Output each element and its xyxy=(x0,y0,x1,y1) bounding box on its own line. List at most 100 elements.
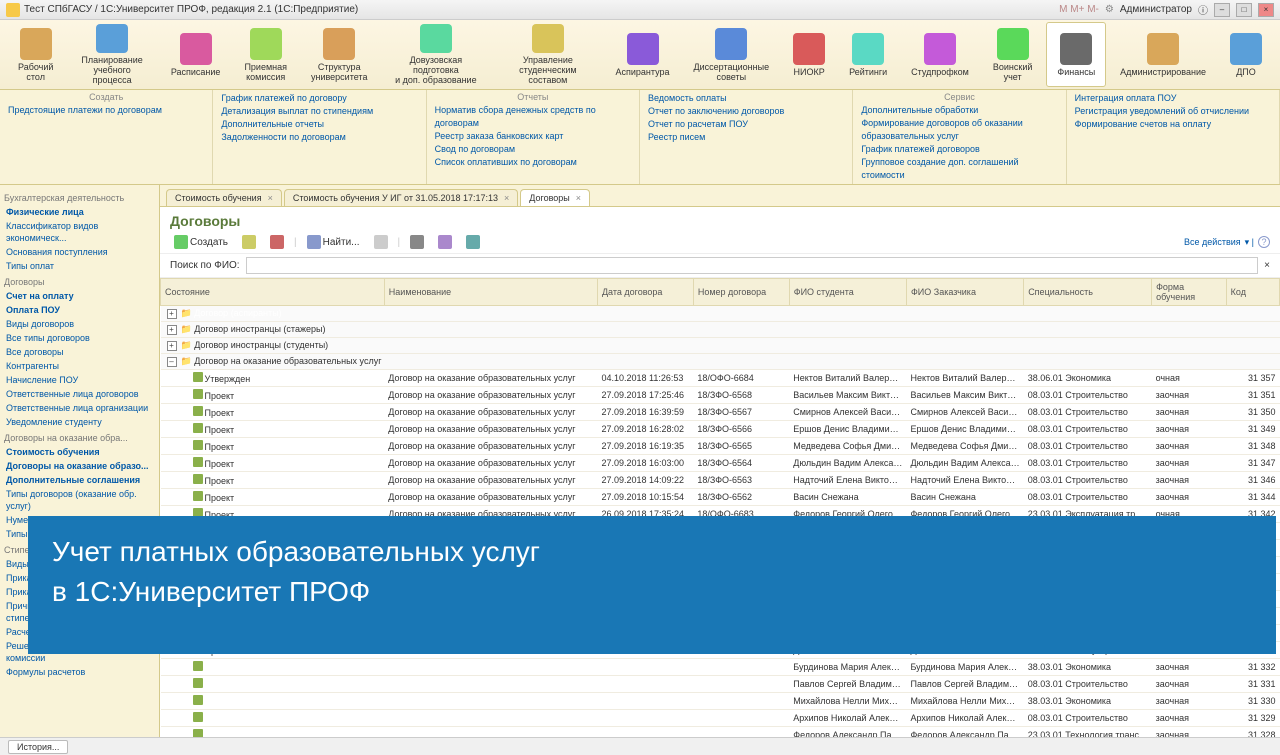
copy-button[interactable] xyxy=(238,233,260,251)
subribbon-link[interactable]: Регистрация уведомлений об отчислении xyxy=(1075,105,1271,118)
sidebar-item[interactable]: Стоимость обучения xyxy=(4,445,155,459)
subribbon-link[interactable]: Ведомость оплаты xyxy=(648,92,844,105)
sidebar-item[interactable]: Ответственные лица организации xyxy=(4,401,155,415)
tab-close-icon[interactable]: × xyxy=(268,193,273,203)
ribbon-item[interactable]: Рейтинги xyxy=(839,22,897,87)
ribbon-item[interactable]: ДПО xyxy=(1220,22,1272,87)
subribbon-link[interactable]: Реестр заказа банковских карт xyxy=(435,130,631,143)
column-header[interactable]: Состояние xyxy=(161,279,385,306)
subribbon-link[interactable]: График платежей по договору xyxy=(221,92,417,105)
refresh-button[interactable] xyxy=(462,233,484,251)
table-row[interactable]: Архипов Николай Алексеев...Архипов Никол… xyxy=(161,710,1280,727)
subribbon-link[interactable]: Отчет по расчетам ПОУ xyxy=(648,118,844,131)
ribbon-item[interactable]: Планирование учебного процесса xyxy=(67,22,156,87)
close-button[interactable]: × xyxy=(1258,3,1274,17)
search-input[interactable] xyxy=(246,257,1259,274)
tree-folder-row[interactable]: +📁 Договор иностранцы (студенты) xyxy=(161,338,1280,354)
table-row[interactable]: ПроектДоговор на оказание образовательны… xyxy=(161,404,1280,421)
search-clear-icon[interactable]: × xyxy=(1264,260,1270,271)
subribbon-link[interactable]: Дополнительные обработки xyxy=(861,104,1057,117)
column-header[interactable]: Номер договора xyxy=(693,279,789,306)
ribbon-item[interactable]: НИОКР xyxy=(783,22,835,87)
subribbon-link[interactable]: Норматив сбора денежных средств по догов… xyxy=(435,104,631,130)
subribbon-link[interactable]: Детализация выплат по стипендиям xyxy=(221,105,417,118)
m-buttons[interactable]: M M+ M- xyxy=(1059,4,1099,15)
ribbon-item[interactable]: Аспирантура xyxy=(605,22,679,87)
column-header[interactable]: ФИО студента xyxy=(789,279,906,306)
delete-button[interactable] xyxy=(266,233,288,251)
sidebar-item[interactable]: Оплата ПОУ xyxy=(4,303,155,317)
subribbon-link[interactable]: Предстоящие платежи по договорам xyxy=(8,104,204,117)
subribbon-link[interactable]: График платежей договоров xyxy=(861,143,1057,156)
sidebar-item[interactable]: Виды договоров xyxy=(4,317,155,331)
table-row[interactable]: ПроектДоговор на оказание образовательны… xyxy=(161,421,1280,438)
subribbon-link[interactable]: Список оплативших по договорам xyxy=(435,156,631,169)
subribbon-link[interactable]: Формирование договоров об оказании образ… xyxy=(861,117,1057,143)
subribbon-link[interactable]: Интеграция оплата ПОУ xyxy=(1075,92,1271,105)
column-header[interactable]: Код xyxy=(1226,279,1279,306)
ribbon-item[interactable]: Диссертационные советы xyxy=(684,22,780,87)
subribbon-link[interactable]: Задолженности по договорам xyxy=(221,131,417,144)
ribbon-item[interactable]: Рабочий стол xyxy=(8,22,63,87)
tab-close-icon[interactable]: × xyxy=(504,193,509,203)
column-header[interactable]: Специальность xyxy=(1024,279,1152,306)
help-icon[interactable]: ⓘ xyxy=(1198,2,1208,17)
admin-label[interactable]: Администратор xyxy=(1120,4,1192,15)
tab[interactable]: Стоимость обучения× xyxy=(166,189,282,206)
expand-icon[interactable]: + xyxy=(167,309,177,319)
sidebar-item[interactable]: Все типы договоров xyxy=(4,331,155,345)
tree-folder-row[interactable]: +📁 Договор (аспиранты) xyxy=(161,306,1280,322)
tree-folder-row[interactable]: +📁 Договор иностранцы (стажеры) xyxy=(161,322,1280,338)
table-row[interactable]: ПроектДоговор на оказание образовательны… xyxy=(161,387,1280,404)
data-grid[interactable]: СостояниеНаименованиеДата договораНомер … xyxy=(160,278,1280,737)
ribbon-item[interactable]: Администрирование xyxy=(1110,22,1216,87)
history-button[interactable]: История... xyxy=(8,740,68,754)
subribbon-link[interactable]: Дополнительные отчеты xyxy=(221,118,417,131)
tree-folder-row[interactable]: –📁 Договор на оказание образовательных у… xyxy=(161,354,1280,370)
sidebar-item[interactable]: Начисление ПОУ xyxy=(4,373,155,387)
minimize-button[interactable]: – xyxy=(1214,3,1230,17)
print-button[interactable] xyxy=(406,233,428,251)
subribbon-link[interactable]: Отчет по заключению договоров xyxy=(648,105,844,118)
create-button[interactable]: Создать xyxy=(170,233,232,251)
ribbon-item[interactable]: Воинский учет xyxy=(983,22,1043,87)
ribbon-item[interactable]: Приемная комиссия xyxy=(234,22,297,87)
ribbon-item[interactable]: Финансы xyxy=(1046,22,1106,87)
table-row[interactable]: УтвержденДоговор на оказание образовател… xyxy=(161,370,1280,387)
table-row[interactable]: Бурдинова Мария Алексее...Бурдинова Мари… xyxy=(161,659,1280,676)
sidebar-item[interactable]: Ответственные лица договоров xyxy=(4,387,155,401)
sidebar-item[interactable]: Физические лица xyxy=(4,205,155,219)
table-row[interactable]: Павлов Сергей Владимиро...Павлов Сергей … xyxy=(161,676,1280,693)
subribbon-link[interactable]: Формирование счетов на оплату xyxy=(1075,118,1271,131)
tab[interactable]: Договоры× xyxy=(520,189,590,206)
expand-icon[interactable]: + xyxy=(167,325,177,335)
ribbon-item[interactable]: Студпрофком xyxy=(901,22,979,87)
sidebar-item[interactable]: Уведомление студенту xyxy=(4,415,155,429)
column-header[interactable]: ФИО Заказчика xyxy=(906,279,1023,306)
sidebar-item[interactable]: Основания поступления xyxy=(4,245,155,259)
export-button[interactable] xyxy=(434,233,456,251)
table-row[interactable]: ПроектДоговор на оказание образовательны… xyxy=(161,455,1280,472)
table-row[interactable]: ПроектДоговор на оказание образовательны… xyxy=(161,472,1280,489)
ribbon-item[interactable]: Структура университета xyxy=(301,22,377,87)
tab[interactable]: Стоимость обучения У ИГ от 31.05.2018 17… xyxy=(284,189,518,206)
ribbon-item[interactable]: Довузовская подготовка и доп. образовани… xyxy=(381,22,490,87)
sidebar-item[interactable]: Дополнительные соглашения xyxy=(4,473,155,487)
ribbon-item[interactable]: Управление студенческим составом xyxy=(494,22,601,87)
expand-icon[interactable]: + xyxy=(167,341,177,351)
sidebar-item[interactable]: Договоры на оказание образо... xyxy=(4,459,155,473)
sidebar-item[interactable]: Формулы расчетов xyxy=(4,665,155,679)
sidebar-item[interactable]: Классификатор видов экономическ... xyxy=(4,219,155,245)
ribbon-item[interactable]: Расписание xyxy=(161,22,231,87)
maximize-button[interactable]: □ xyxy=(1236,3,1252,17)
expand-icon[interactable]: – xyxy=(167,357,177,367)
table-row[interactable]: Федоров Александр Павл...Федоров Алексан… xyxy=(161,727,1280,738)
subribbon-link[interactable]: Реестр писем xyxy=(648,131,844,144)
tab-close-icon[interactable]: × xyxy=(576,193,581,203)
column-header[interactable]: Дата договора xyxy=(597,279,693,306)
sidebar-item[interactable]: Типы договоров (оказание обр. услуг) xyxy=(4,487,155,513)
table-row[interactable]: Михайлова Нелли Михайло...Михайлова Нелл… xyxy=(161,693,1280,710)
sidebar-item[interactable]: Типы оплат xyxy=(4,259,155,273)
column-header[interactable]: Наименование xyxy=(384,279,597,306)
sidebar-item[interactable]: Счет на оплату xyxy=(4,289,155,303)
